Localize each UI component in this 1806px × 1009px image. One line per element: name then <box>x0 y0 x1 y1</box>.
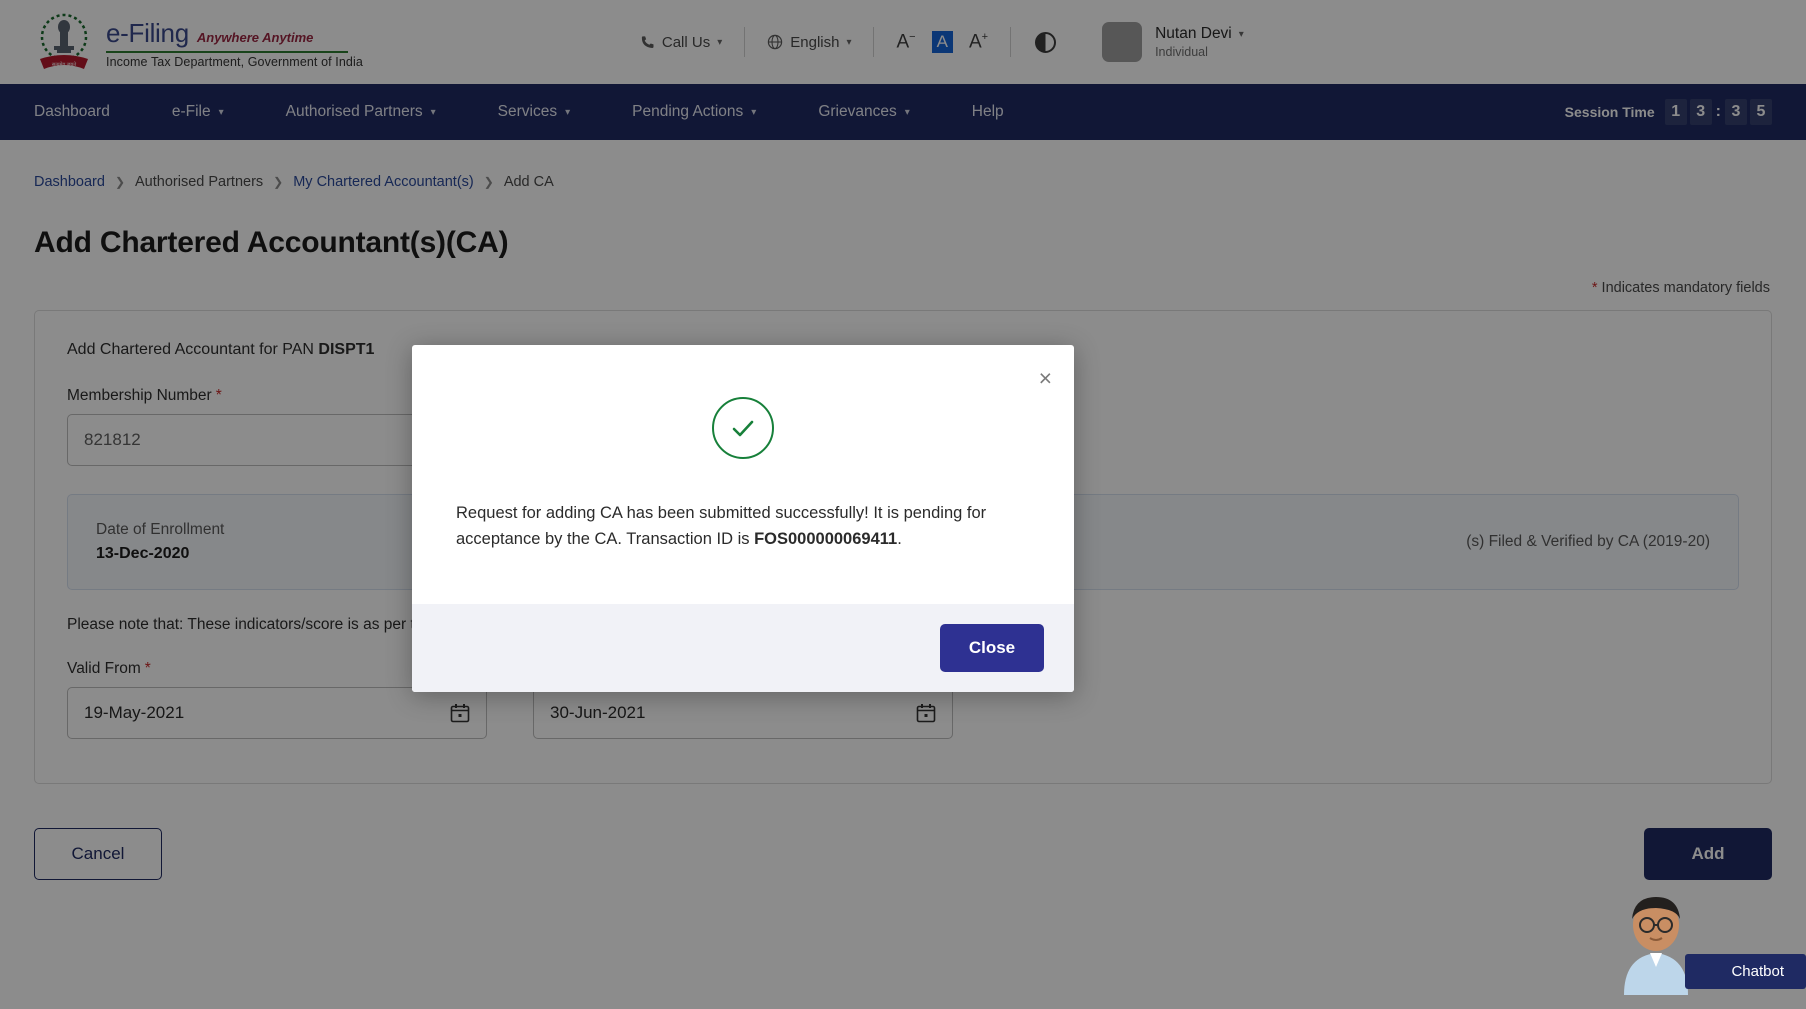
modal-close-button[interactable]: Close <box>940 624 1044 672</box>
success-modal: × Request for adding CA has been submitt… <box>412 345 1074 692</box>
page-root: सत्यमेव जयते e-Filing Anywhere Anytime I… <box>0 0 1806 1009</box>
transaction-id: FOS000000069411 <box>754 530 897 548</box>
chatbot-widget[interactable]: Chatbot <box>1598 887 1806 995</box>
chatbot-label[interactable]: Chatbot <box>1685 954 1806 989</box>
success-icon-wrap <box>442 397 1044 459</box>
check-circle-icon <box>712 397 774 459</box>
close-x-icon[interactable]: × <box>1039 367 1052 390</box>
modal-message: Request for adding CA has been submitted… <box>442 501 1044 574</box>
modal-message-text: Request for adding CA has been submitted… <box>456 504 986 548</box>
modal-message-end: . <box>897 530 902 548</box>
modal-footer: Close <box>412 604 1074 692</box>
modal-body: Request for adding CA has been submitted… <box>412 345 1074 604</box>
